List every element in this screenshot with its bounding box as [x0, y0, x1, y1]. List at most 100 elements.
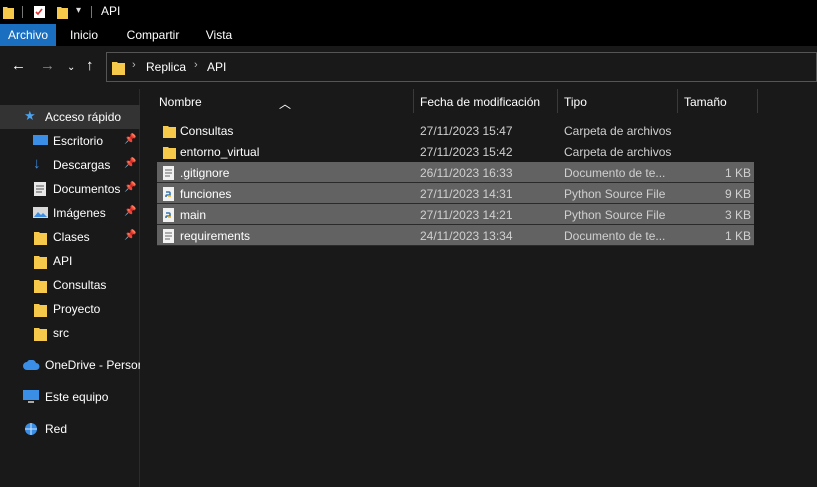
breadcrumb-separator[interactable]: › — [132, 59, 136, 71]
sidebar-item-consultas[interactable]: Consultas — [0, 273, 140, 297]
sidebar-item-label: API — [53, 254, 73, 268]
sidebar-item-api[interactable]: API — [0, 249, 140, 273]
sidebar-item-label: Descargas — [53, 158, 111, 172]
file-date: 27/11/2023 15:47 — [420, 124, 513, 138]
file-type: Python Source File — [564, 208, 666, 222]
table-row[interactable]: Consultas 27/11/2023 15:47 Carpeta de ar… — [157, 120, 754, 141]
sidebar-item-onedrive[interactable]: OneDrive - Persor — [0, 353, 140, 377]
address-bar[interactable]: › Replica › API — [106, 52, 817, 82]
sidebar-item-descargas[interactable]: ↓ Descargas 📌 — [0, 153, 140, 177]
file-size: 3 KB — [724, 208, 751, 222]
file-size: 1 KB — [724, 166, 751, 180]
recent-locations-button[interactable]: ⌄ — [67, 60, 75, 76]
folder-icon — [112, 62, 125, 75]
pin-icon: 📌 — [124, 158, 137, 169]
tab-archivo[interactable]: Archivo — [0, 24, 56, 46]
sidebar-item-label: OneDrive - Persor — [45, 358, 140, 372]
python-file-icon — [163, 208, 174, 222]
sidebar-item-documentos[interactable]: Documentos 📌 — [0, 177, 140, 201]
file-size: 1 KB — [724, 229, 751, 243]
sidebar-item-label: Documentos — [53, 182, 121, 196]
tab-compartir[interactable]: Compartir — [118, 24, 188, 46]
folder-icon — [34, 304, 47, 317]
sidebar-item-quick-access[interactable]: ★ Acceso rápido — [0, 105, 140, 129]
pin-icon: 📌 — [124, 230, 137, 241]
table-row[interactable]: funciones 27/11/2023 14:31 Python Source… — [157, 183, 754, 204]
breadcrumb-replica[interactable]: Replica — [146, 60, 186, 74]
sidebar-item-label: Red — [45, 422, 68, 436]
forward-button[interactable]: → — [40, 58, 55, 74]
sidebar-item-label: Imágenes — [53, 206, 106, 220]
folder-icon — [34, 256, 47, 269]
table-row[interactable]: .gitignore 26/11/2023 16:33 Documento de… — [157, 162, 754, 183]
download-icon: ↓ — [33, 155, 41, 172]
column-header-label: Fecha de modificación — [420, 95, 541, 109]
breadcrumb-api[interactable]: API — [207, 60, 226, 74]
column-header-label: Tamaño — [684, 95, 727, 109]
tab-vista[interactable]: Vista — [197, 24, 241, 46]
sidebar-item-escritorio[interactable]: Escritorio 📌 — [0, 129, 140, 153]
sort-ascending-icon: ︿ — [279, 97, 292, 111]
sidebar-item-clases[interactable]: Clases 📌 — [0, 225, 140, 249]
pin-icon: 📌 — [124, 206, 137, 217]
title-bar: ▾ API — [0, 0, 817, 24]
sidebar-item-label: Este equipo — [45, 390, 109, 404]
file-type: Carpeta de archivos — [564, 124, 672, 138]
pin-icon: 📌 — [124, 182, 137, 193]
text-file-icon — [163, 229, 174, 243]
pin-icon: 📌 — [124, 134, 137, 145]
navigation-pane: ★ Acceso rápido Escritorio 📌 ↓ Descargas… — [0, 89, 140, 487]
breadcrumb-separator[interactable]: › — [194, 59, 198, 71]
sidebar-item-red[interactable]: Red — [0, 417, 140, 441]
file-name: main — [180, 208, 207, 222]
sidebar-item-proyecto[interactable]: Proyecto — [0, 297, 140, 321]
column-divider[interactable] — [757, 89, 758, 113]
star-icon: ★ — [24, 108, 36, 123]
folder-icon — [34, 328, 47, 341]
cloud-icon — [23, 360, 40, 370]
file-size: 9 KB — [724, 187, 751, 201]
window-title: API — [101, 4, 121, 18]
file-name: entorno_virtual — [180, 145, 260, 159]
network-icon — [25, 423, 37, 435]
column-header-fecha[interactable]: Fecha de modificación — [414, 89, 557, 113]
python-file-icon — [163, 187, 174, 201]
file-name: funciones — [180, 187, 232, 201]
up-button[interactable]: ↑ — [86, 58, 94, 74]
toolbar-separator — [22, 6, 23, 18]
sidebar-item-label: src — [53, 326, 69, 340]
file-type: Documento de te... — [564, 229, 666, 243]
sidebar-item-label: Consultas — [53, 278, 107, 292]
file-name: Consultas — [180, 124, 234, 138]
tab-inicio[interactable]: Inicio — [58, 24, 110, 46]
sidebar-item-este-equipo[interactable]: Este equipo — [0, 385, 140, 409]
folder-icon — [163, 126, 176, 138]
file-name: .gitignore — [180, 166, 230, 180]
customize-toolbar-icon[interactable]: ▾ — [76, 5, 81, 16]
column-header-tamano[interactable]: Tamaño — [678, 89, 757, 113]
sidebar-item-label: Clases — [53, 230, 90, 244]
column-header-label: Nombre — [159, 95, 202, 109]
table-row[interactable]: entorno_virtual 27/11/2023 15:42 Carpeta… — [157, 141, 754, 162]
computer-icon — [23, 390, 39, 403]
file-type: Python Source File — [564, 187, 666, 201]
documents-icon — [34, 182, 46, 196]
column-header-nombre[interactable]: Nombre ︿ — [141, 89, 413, 113]
table-row[interactable]: requirements 24/11/2023 13:34 Documento … — [157, 225, 754, 246]
column-header-label: Tipo — [564, 95, 587, 109]
column-header-tipo[interactable]: Tipo — [558, 89, 677, 113]
sidebar-item-label: Escritorio — [53, 134, 104, 148]
folder-icon — [34, 232, 47, 245]
folder-icon[interactable] — [3, 5, 14, 19]
file-date: 27/11/2023 14:31 — [420, 187, 513, 201]
sidebar-item-src[interactable]: src — [0, 321, 140, 345]
file-date: 27/11/2023 15:42 — [420, 145, 513, 159]
back-button[interactable]: ← — [11, 58, 26, 74]
file-name: requirements — [180, 229, 251, 243]
ribbon-tabs: Archivo Inicio Compartir Vista — [0, 24, 817, 46]
table-row[interactable]: main 27/11/2023 14:21 Python Source File… — [157, 204, 754, 225]
properties-icon[interactable] — [33, 5, 47, 19]
folder-icon — [163, 147, 176, 159]
sidebar-item-imagenes[interactable]: Imágenes 📌 — [0, 201, 140, 225]
new-folder-icon[interactable] — [57, 5, 68, 19]
